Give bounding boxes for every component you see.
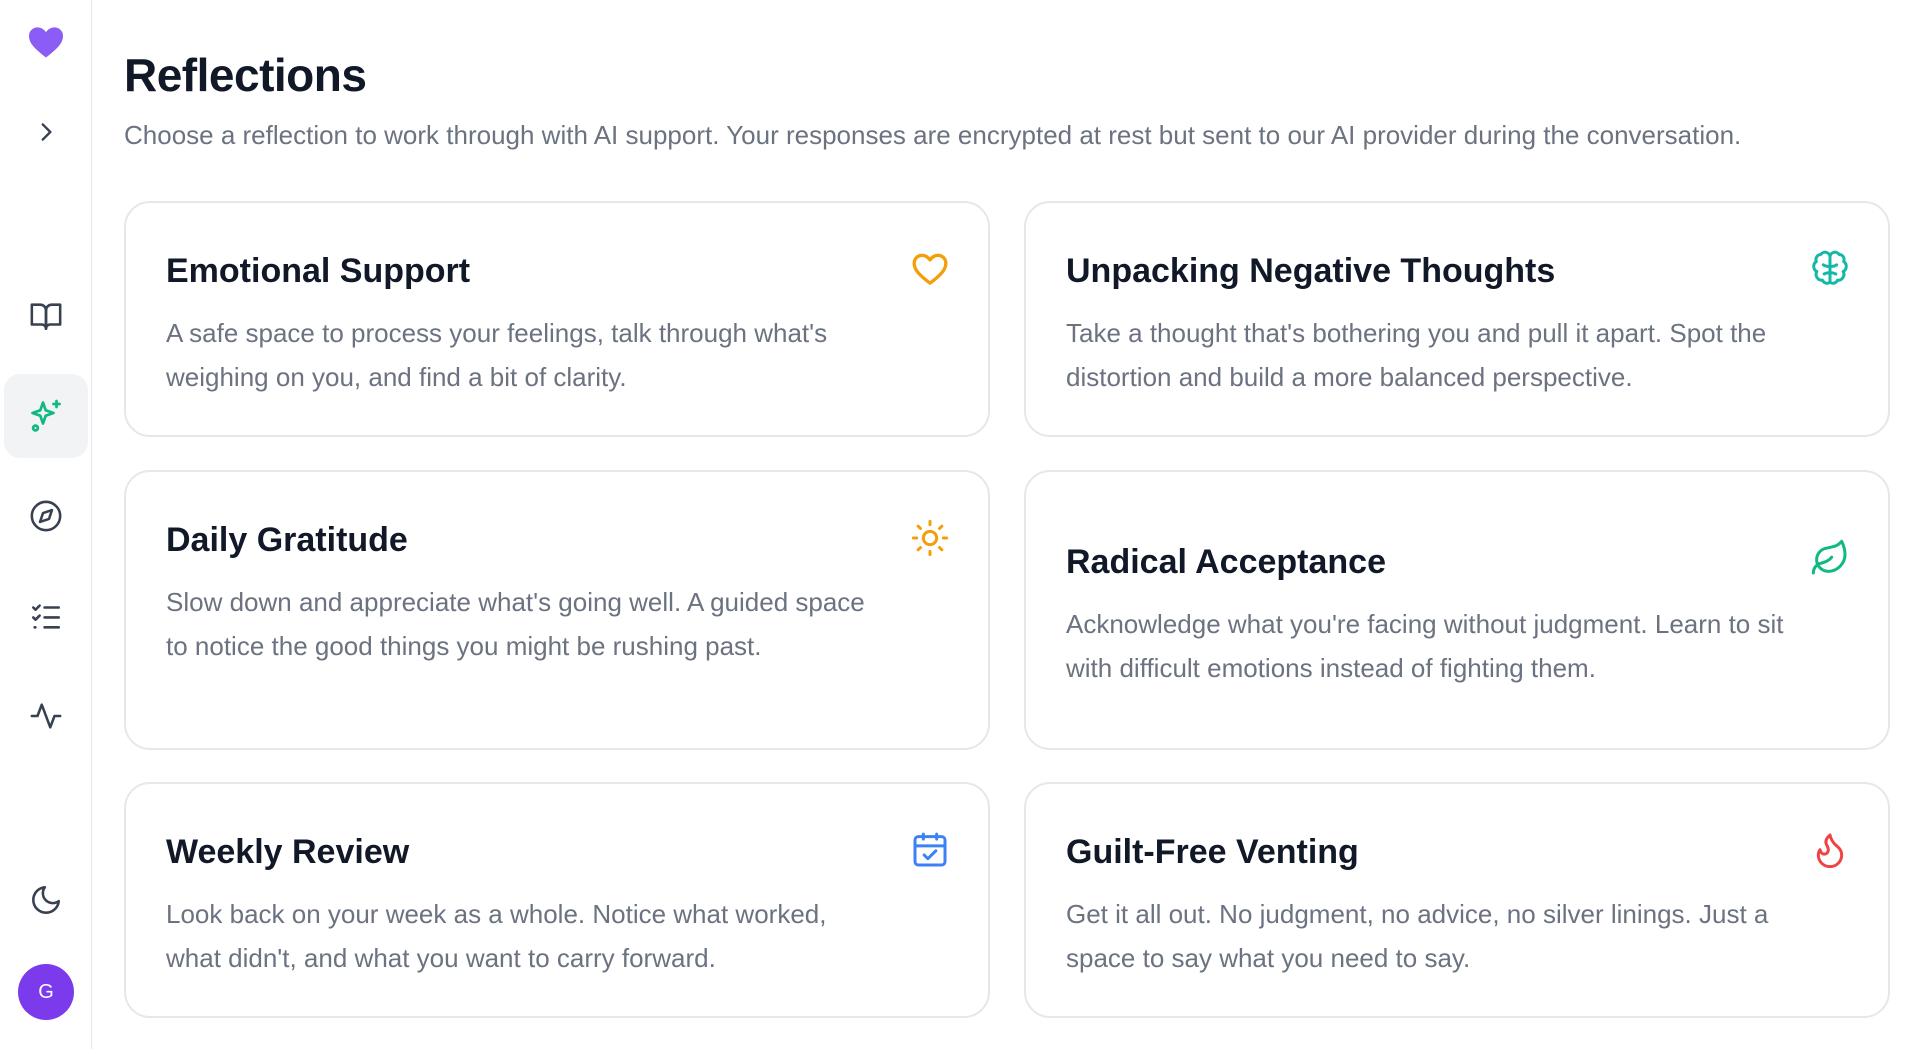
reflection-card-daily-gratitude[interactable]: Daily Gratitude Slow down and appreciate… <box>124 470 990 750</box>
heart-icon <box>27 25 65 64</box>
reflection-card-radical-acceptance[interactable]: Radical Acceptance Acknowledge what you'… <box>1024 470 1890 750</box>
flame-icon <box>1810 830 1850 870</box>
reflection-card-unpacking-negative-thoughts[interactable]: Unpacking Negative Thoughts Take a thoug… <box>1024 201 1890 437</box>
sun-icon <box>910 518 950 558</box>
expand-sidebar-button[interactable] <box>4 90 88 174</box>
heart-outline-icon <box>910 249 950 289</box>
card-title: Unpacking Negative Thoughts <box>1066 252 1556 290</box>
card-title: Daily Gratitude <box>166 521 408 559</box>
nav-explore-button[interactable] <box>4 474 88 558</box>
activity-icon <box>29 699 63 733</box>
nav-journal-button[interactable] <box>4 274 88 358</box>
leaf-icon <box>1810 538 1850 578</box>
card-title: Emotional Support <box>166 252 471 290</box>
compass-icon <box>29 499 63 533</box>
checklist-icon <box>29 599 63 633</box>
user-avatar[interactable]: G <box>18 964 74 1020</box>
card-description: A safe space to process your feelings, t… <box>166 318 828 392</box>
sidebar: G <box>0 0 92 1049</box>
page-subtitle: Choose a reflection to work through with… <box>124 120 1742 150</box>
reflection-card-emotional-support[interactable]: Emotional Support A safe space to proces… <box>124 201 990 437</box>
brain-icon <box>1810 249 1850 289</box>
card-title: Radical Acceptance <box>1066 543 1386 581</box>
theme-toggle-button[interactable] <box>4 858 88 942</box>
card-description: Slow down and appreciate what's going we… <box>166 587 865 661</box>
moon-icon <box>29 883 63 917</box>
reflection-card-guilt-free-venting[interactable]: Guilt-Free Venting Get it all out. No ju… <box>1024 782 1890 1018</box>
nav-tasks-button[interactable] <box>4 574 88 658</box>
chevron-right-icon <box>33 119 59 145</box>
app-logo[interactable] <box>24 24 68 64</box>
main-content: Reflections Choose a reflection to work … <box>124 0 1894 1049</box>
nav-reflections-button[interactable] <box>4 374 88 458</box>
card-title: Weekly Review <box>166 833 410 871</box>
card-description: Acknowledge what you're facing without j… <box>1066 609 1784 683</box>
card-description: Get it all out. No judgment, no advice, … <box>1066 899 1769 973</box>
card-description: Look back on your week as a whole. Notic… <box>166 899 827 973</box>
book-open-icon <box>29 299 63 333</box>
page-title: Reflections <box>124 49 367 101</box>
card-description: Take a thought that's bothering you and … <box>1066 318 1767 392</box>
nav-activity-button[interactable] <box>4 674 88 758</box>
avatar-initial: G <box>38 980 54 1003</box>
sparkles-icon <box>28 398 64 434</box>
calendar-check-icon <box>910 830 950 870</box>
card-title: Guilt-Free Venting <box>1066 833 1359 871</box>
reflection-card-weekly-review[interactable]: Weekly Review Look back on your week as … <box>124 782 990 1018</box>
